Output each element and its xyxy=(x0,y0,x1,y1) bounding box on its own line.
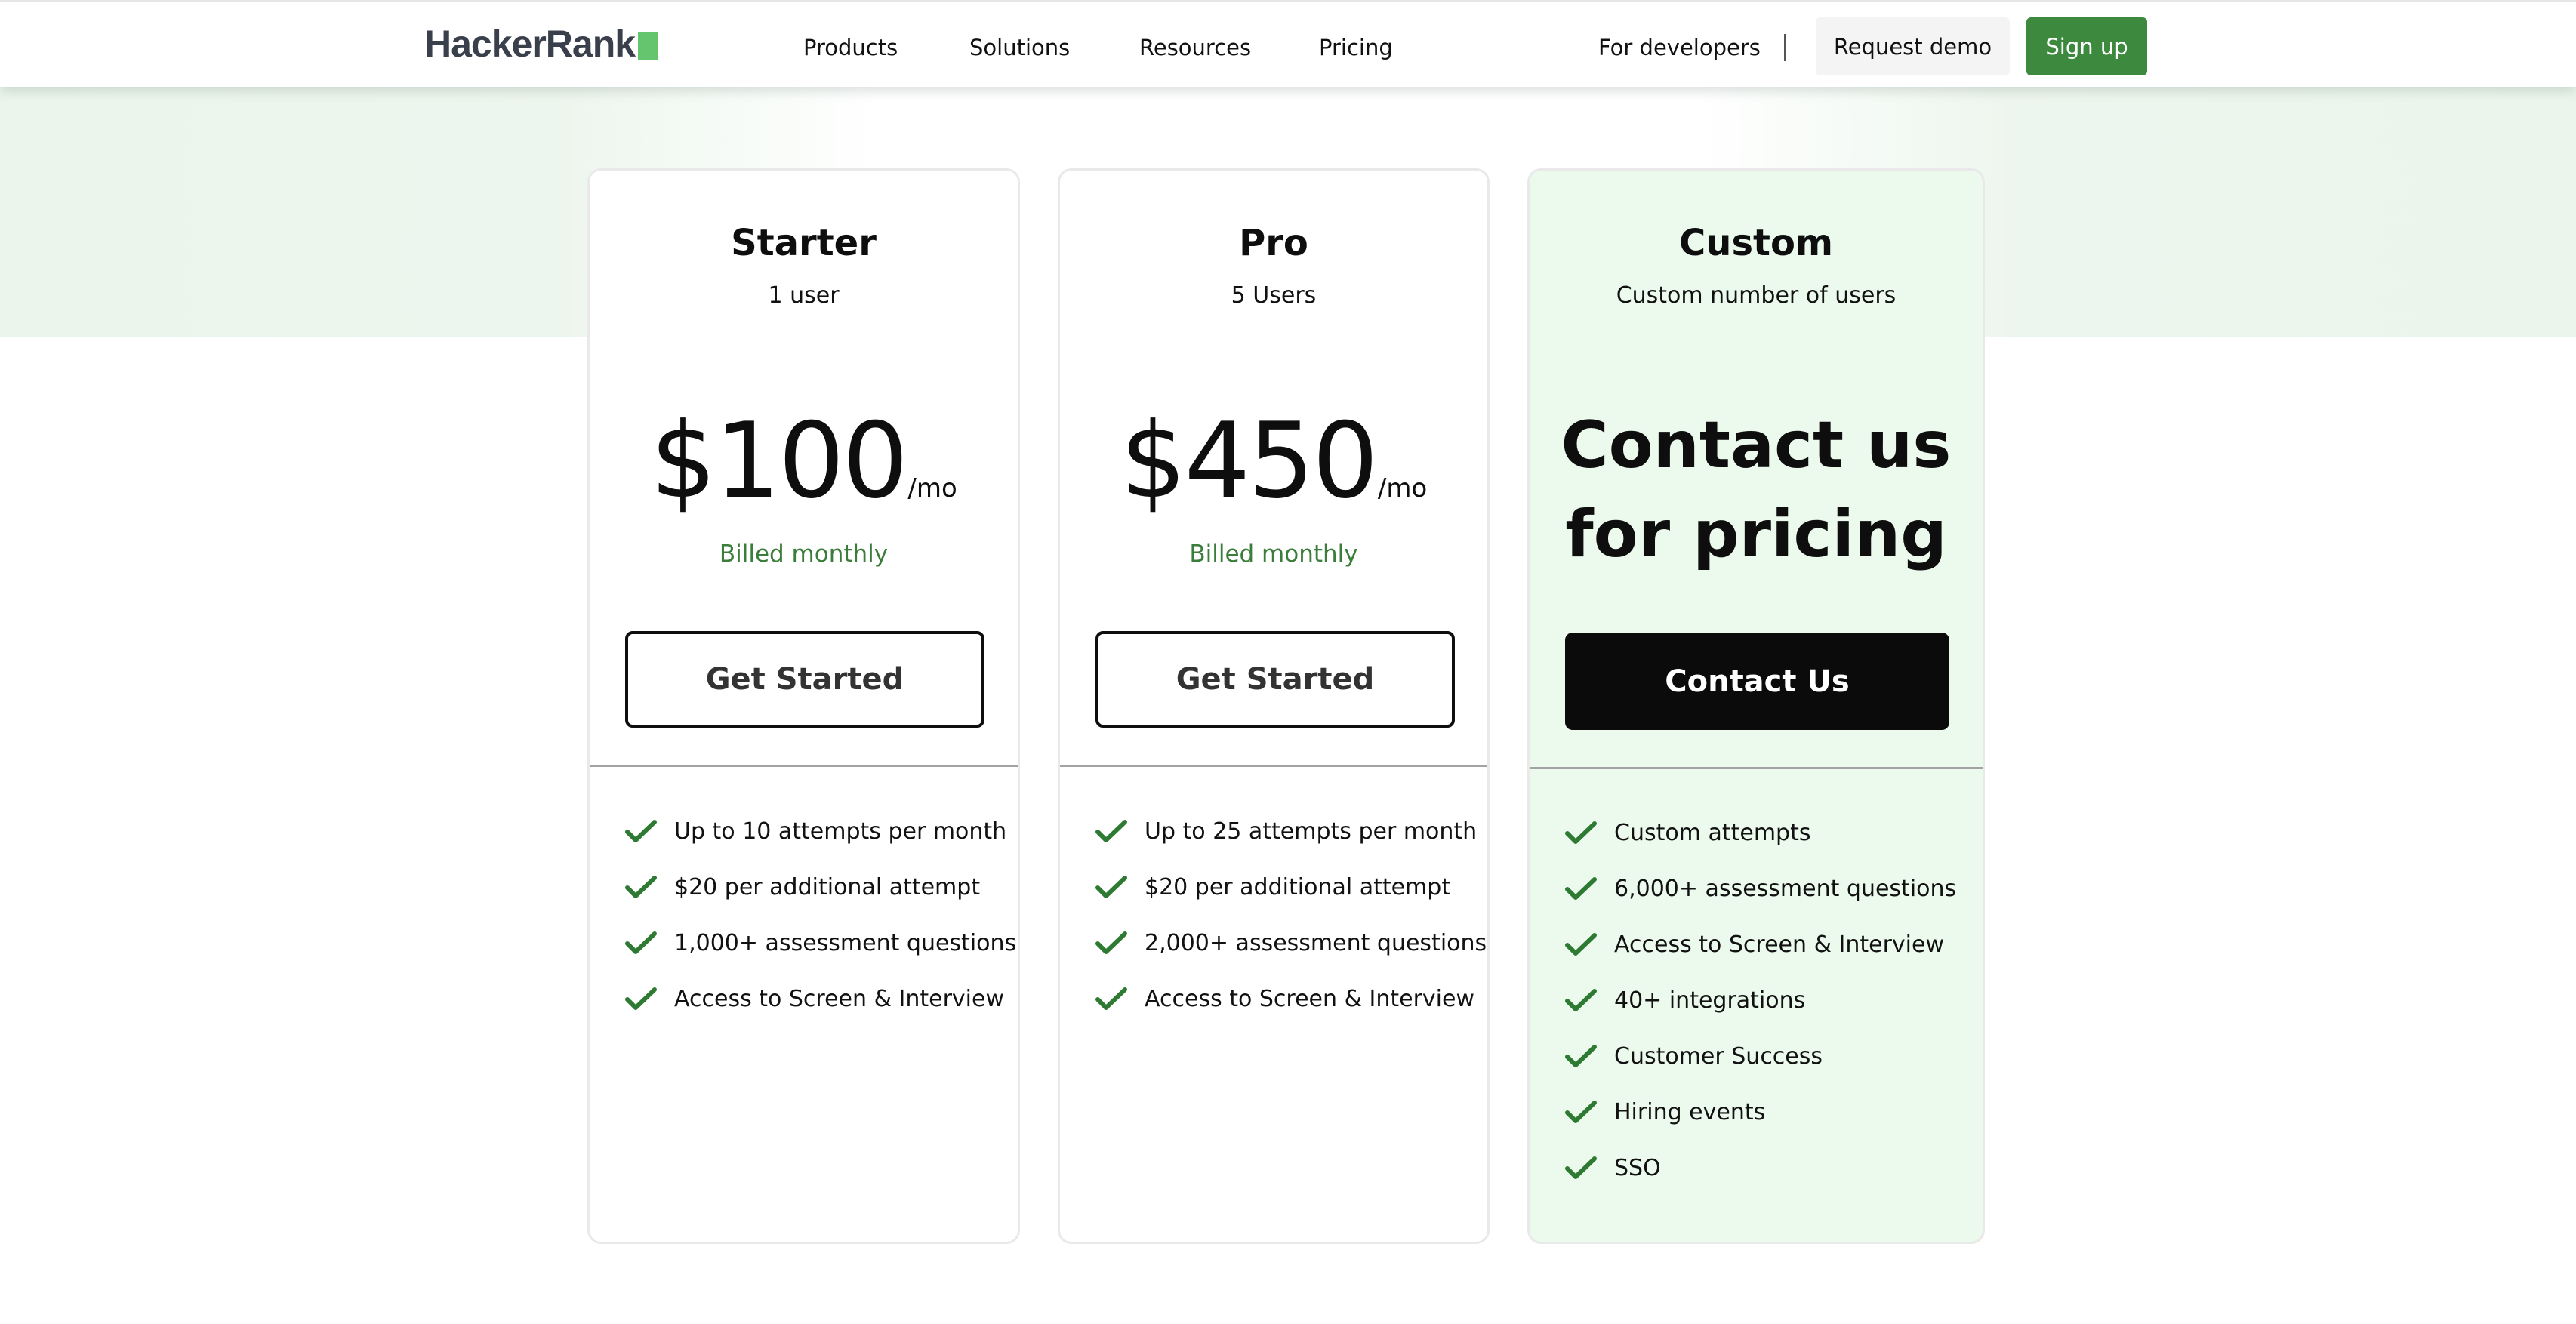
contact-price-line1: Contact us xyxy=(1561,408,1952,483)
feature-text: 1,000+ assessment questions xyxy=(674,929,1017,956)
feature-text: Hiring events xyxy=(1614,1098,1766,1125)
plan-name: Starter xyxy=(731,222,877,264)
feature-text: Custom attempts xyxy=(1614,819,1811,846)
plan-price: $100/mo xyxy=(590,405,1018,550)
feature-text: Up to 25 attempts per month xyxy=(1145,817,1478,845)
feature-list: Up to 25 attempts per month $20 per addit… xyxy=(1095,803,1487,1027)
feature-item: 2,000+ assessment questions xyxy=(1095,915,1487,971)
check-icon xyxy=(1565,989,1597,1011)
feature-item: Up to 25 attempts per month xyxy=(1095,803,1487,859)
get-started-button-starter[interactable]: Get Started xyxy=(625,631,984,728)
hackerrank-logo[interactable]: HackerRank xyxy=(424,23,658,65)
price-amount: $450 xyxy=(1120,400,1379,522)
check-icon xyxy=(1095,987,1127,1010)
feature-item: Hiring events xyxy=(1564,1084,1956,1140)
plan-name: Custom xyxy=(1679,222,1833,264)
check-icon xyxy=(1095,876,1127,898)
contact-price-line2: for pricing xyxy=(1565,497,1947,572)
logo-green-block-icon xyxy=(638,32,658,60)
card-divider xyxy=(1530,767,1983,769)
price-period: /mo xyxy=(907,473,957,503)
check-icon xyxy=(1095,931,1127,954)
feature-text: 6,000+ assessment questions xyxy=(1614,875,1957,902)
feature-item: 1,000+ assessment questions xyxy=(624,915,1016,971)
feature-list: Custom attempts 6,000+ assessment questio… xyxy=(1564,805,1956,1196)
plan-users: 5 Users xyxy=(1231,282,1317,309)
feature-text: Access to Screen & Interview xyxy=(1614,931,1944,958)
contact-us-button[interactable]: Contact Us xyxy=(1565,633,1949,730)
plan-price: $450/mo xyxy=(1060,405,1487,550)
plan-users: 1 user xyxy=(768,282,840,309)
plan-card-pro: Pro 5 Users $450/mo Billed monthly Get S… xyxy=(1058,168,1490,1244)
feature-item: SSO xyxy=(1564,1140,1956,1196)
feature-text: $20 per additional attempt xyxy=(674,873,981,901)
nav-resources[interactable]: Resources xyxy=(1139,31,1251,64)
check-icon xyxy=(1565,877,1597,900)
nav-products[interactable]: Products xyxy=(803,31,898,64)
feature-item: Customer Success xyxy=(1564,1028,1956,1084)
logo-wordmark: HackerRank xyxy=(424,23,636,65)
price-amount: $100 xyxy=(650,400,908,522)
billing-frequency: Billed monthly xyxy=(719,540,889,568)
feature-item: Custom attempts xyxy=(1564,805,1956,861)
feature-text: Up to 10 attempts per month xyxy=(674,817,1007,845)
get-started-button-pro[interactable]: Get Started xyxy=(1095,631,1455,728)
check-icon xyxy=(1565,821,1597,844)
card-divider xyxy=(590,765,1018,767)
nav-pricing[interactable]: Pricing xyxy=(1319,31,1393,64)
feature-text: Access to Screen & Interview xyxy=(1145,985,1474,1012)
feature-list: Up to 10 attempts per month $20 per addit… xyxy=(624,803,1016,1027)
request-demo-button[interactable]: Request demo xyxy=(1816,17,2010,75)
feature-text: $20 per additional attempt xyxy=(1145,873,1451,901)
check-icon xyxy=(1565,1156,1597,1179)
feature-text: SSO xyxy=(1614,1154,1661,1181)
nav-divider xyxy=(1784,34,1786,61)
nav-solutions[interactable]: Solutions xyxy=(969,31,1070,64)
card-divider xyxy=(1060,765,1487,767)
feature-item: 40+ integrations xyxy=(1564,972,1956,1028)
feature-text: Access to Screen & Interview xyxy=(674,985,1004,1012)
billing-frequency: Billed monthly xyxy=(1189,540,1358,568)
feature-text: 40+ integrations xyxy=(1614,987,1806,1014)
check-icon xyxy=(1565,933,1597,956)
for-developers-link[interactable]: For developers xyxy=(1598,31,1761,64)
feature-item: $20 per additional attempt xyxy=(624,859,1016,915)
check-icon xyxy=(625,876,657,898)
price-period: /mo xyxy=(1377,473,1428,503)
check-icon xyxy=(625,820,657,842)
feature-item: Access to Screen & Interview xyxy=(624,971,1016,1027)
site-header: HackerRank Products Solutions Resources … xyxy=(0,0,2576,87)
check-icon xyxy=(625,987,657,1010)
plan-card-custom: Custom Custom number of users Contact us… xyxy=(1527,168,1985,1244)
feature-item: 6,000+ assessment questions xyxy=(1564,861,1956,916)
sign-up-button[interactable]: Sign up xyxy=(2026,17,2147,75)
feature-item: Access to Screen & Interview xyxy=(1564,916,1956,972)
feature-item: Up to 10 attempts per month xyxy=(624,803,1016,859)
feature-text: Customer Success xyxy=(1614,1042,1823,1070)
feature-item: Access to Screen & Interview xyxy=(1095,971,1487,1027)
plan-name: Pro xyxy=(1239,222,1308,264)
feature-item: $20 per additional attempt xyxy=(1095,859,1487,915)
check-icon xyxy=(1565,1101,1597,1123)
plan-users: Custom number of users xyxy=(1616,282,1897,309)
contact-for-pricing: Contact us for pricing xyxy=(1530,401,1983,579)
check-icon xyxy=(1565,1045,1597,1067)
plan-card-starter: Starter 1 user $100/mo Billed monthly Ge… xyxy=(587,168,1020,1244)
check-icon xyxy=(625,931,657,954)
check-icon xyxy=(1095,820,1127,842)
feature-text: 2,000+ assessment questions xyxy=(1145,929,1487,956)
